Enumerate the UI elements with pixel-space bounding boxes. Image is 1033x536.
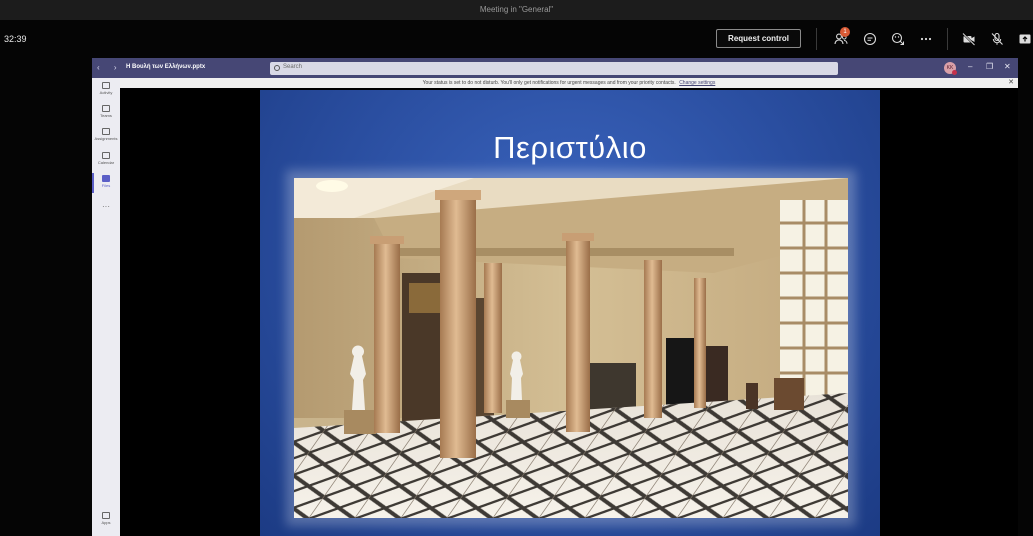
presentation-viewer: Περιστύλιο: [120, 88, 1018, 536]
window-title: Meeting in "General": [0, 0, 1033, 20]
screen: Meeting in "General" 32:39 Request contr…: [0, 0, 1033, 536]
bell-icon: [102, 82, 110, 89]
teams-icon: [102, 105, 110, 112]
search-icon: [274, 65, 280, 71]
notification-text: Your status is set to do not disturb. Yo…: [422, 80, 676, 86]
chat-icon[interactable]: [861, 30, 879, 48]
file-title: Η Βουλή των Ελλήνων.pptx: [126, 64, 206, 70]
rail-item-teams[interactable]: Teams: [92, 103, 120, 123]
notification-banner: Your status is set to do not disturb. Yo…: [120, 78, 1018, 88]
shared-screen: ‹ › Η Βουλή των Ελλήνων.pptx Search KK –…: [92, 58, 1018, 536]
close-icon[interactable]: ✕: [1004, 62, 1011, 71]
more-apps-icon[interactable]: ···: [92, 202, 120, 211]
request-control-button[interactable]: Request control: [716, 29, 801, 48]
reactions-icon[interactable]: [889, 30, 907, 48]
rail-item-files[interactable]: Files: [92, 173, 120, 193]
meeting-timer: 32:39: [4, 34, 27, 44]
slide: Περιστύλιο: [260, 90, 880, 536]
camera-off-icon[interactable]: [960, 30, 978, 48]
close-icon[interactable]: ✕: [1008, 78, 1014, 88]
meeting-toolbar: 32:39 Request control 1: [0, 20, 1033, 58]
rail-item-calendar[interactable]: Calendar: [92, 150, 120, 170]
participants-badge: 1: [840, 27, 850, 37]
app-rail: Activity Teams Assignments Calendar File…: [92, 78, 120, 536]
search-input[interactable]: Search: [270, 62, 838, 75]
back-forward-icon[interactable]: ‹ ›: [97, 63, 123, 72]
rail-item-assignments[interactable]: Assignments: [92, 126, 120, 146]
file-icon: [102, 175, 110, 182]
minimize-icon[interactable]: –: [968, 62, 972, 71]
assignments-icon: [102, 128, 110, 135]
teams-header: ‹ › Η Βουλή των Ελλήνων.pptx Search KK –…: [92, 58, 1018, 78]
divider: [947, 28, 948, 50]
rail-item-activity[interactable]: Activity: [92, 80, 120, 100]
mic-off-icon[interactable]: [988, 30, 1006, 48]
apps-icon: [102, 512, 110, 519]
status-dnd-icon: [952, 70, 957, 75]
people-icon[interactable]: 1: [832, 27, 850, 48]
share-icon[interactable]: [1016, 30, 1033, 48]
rail-item-apps[interactable]: Apps: [92, 510, 120, 530]
search-placeholder: Search: [283, 64, 303, 70]
avatar[interactable]: KK: [944, 62, 957, 75]
calendar-icon: [102, 152, 110, 159]
restore-icon[interactable]: ❐: [986, 62, 993, 71]
slide-title: Περιστύλιο: [493, 130, 647, 165]
peristyle-photo: [294, 178, 848, 518]
more-icon[interactable]: [917, 30, 935, 48]
change-settings-link[interactable]: Change settings: [679, 80, 715, 86]
divider: [816, 28, 817, 50]
peristyle-photo-illustration: [294, 178, 848, 518]
